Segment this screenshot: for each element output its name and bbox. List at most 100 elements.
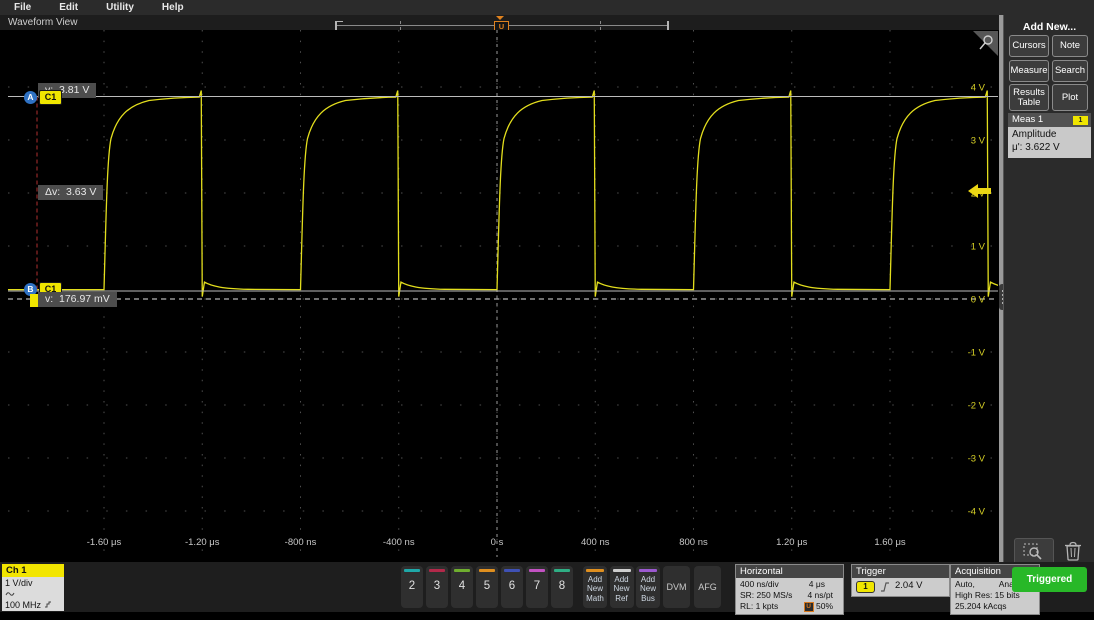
settings-bar: Ch 1 1 V/div 100 MHz 2345678 AddNewMathA… [0,562,1094,612]
measurement-badge[interactable]: Meas 1 1 Amplitude μ': 3.622 V [1008,113,1091,158]
y-axis-tick-label: 1 V [971,242,986,253]
channel1-bandwidth: 100 MHz [5,600,61,611]
add-new-bus-button[interactable]: AddNewBus [636,566,660,608]
dvm-button[interactable]: DVM [663,566,690,608]
channel-button-7[interactable]: 7 [526,566,548,608]
view-title: Waveform View [8,17,77,28]
measurement-value: μ': 3.622 V [1012,142,1087,155]
x-axis-tick-label: -1.20 μs [185,537,220,548]
channel-button-label: 2 [401,580,423,592]
measure-button[interactable]: Measure [1009,60,1049,82]
channel-button-3[interactable]: 3 [426,566,448,608]
x-axis-tick-label: 800 ns [679,537,708,548]
menu-utility[interactable]: Utility [92,2,148,13]
menu-help[interactable]: Help [148,2,198,13]
graticule [8,30,998,557]
hspan: 4 μs [809,579,825,590]
expansion-arrow-icon [496,16,504,20]
channel1-badge-title: Ch 1 [2,564,64,577]
results-bar: Add New... Cursors Note Measure Search R… [1003,15,1094,562]
trigger-status-button[interactable]: Triggered [1012,567,1087,592]
channel-color-stripe [504,569,520,572]
add-new-color-stripe [613,569,631,572]
add-new-ref-button[interactable]: AddNewRef [610,566,634,608]
bandwidth-icon [44,601,52,608]
horizontal-badge[interactable]: Horizontal 400 ns/div4 μs SR: 250 MS/s4 … [735,564,844,615]
trash-button[interactable] [1060,538,1086,564]
channel-color-stripe [479,569,495,572]
x-axis-tick-label: 400 ns [581,537,610,548]
coupling-icon [5,590,15,597]
channel1-badge[interactable]: Ch 1 1 V/div 100 MHz [2,564,64,611]
x-axis-labels: -1.60 μs-1.20 μs-800 ns-400 ns0 s400 ns8… [87,537,906,548]
measurement-source-tag: 1 [1073,116,1088,125]
acq-mode: Auto, [955,579,975,590]
channel-button-label: 3 [426,580,448,592]
channel-button-2[interactable]: 2 [401,566,423,608]
y-axis-tick-label: -4 V [968,507,986,518]
channel-button-label: 7 [526,580,548,592]
y-axis-tick-label: 0 V [971,295,986,306]
channel1-scale: 1 V/div [5,578,61,589]
measurement-type: Amplitude [1012,129,1087,142]
add-new-header: Add New... [1004,21,1094,33]
note-button[interactable]: Note [1052,35,1088,57]
cursor-b-readout: v: 176.97 mV [38,292,117,307]
trigger-badge[interactable]: Trigger 1 2.04 V [851,564,950,597]
add-new-color-stripe [639,569,657,572]
bracket-tick [400,21,401,30]
channel-button-label: 8 [551,580,573,592]
x-axis-tick-label: -800 ns [285,537,317,548]
channel-button-4[interactable]: 4 [451,566,473,608]
cursors-button[interactable]: Cursors [1009,35,1049,57]
channel-button-5[interactable]: 5 [476,566,498,608]
trigger-body: 1 2.04 V [852,578,949,596]
expansion-point-icon: U [804,602,814,612]
add-new-label: AddNewBus [636,575,660,603]
bracket-tick [600,21,601,30]
trigger-source-badge: 1 [856,581,875,593]
acq-count: 25.204 kAcqs [955,601,1035,612]
rising-edge-icon [880,582,890,592]
channel-color-stripe [454,569,470,572]
waveform-plot[interactable]: 4 V3 V2 V1 V0 V-1 V-2 V-3 V-4 V -1.60 μs… [8,30,998,557]
add-new-math-button[interactable]: AddNewMath [583,566,607,608]
plot-button[interactable]: Plot [1052,84,1088,111]
channel-button-8[interactable]: 8 [551,566,573,608]
x-axis-tick-label: 1.20 μs [776,537,808,548]
menu-edit[interactable]: Edit [45,2,92,13]
x-axis-tick-label: 1.60 μs [874,537,906,548]
menu-file[interactable]: File [0,2,45,13]
channel-color-stripe [429,569,445,572]
channel1-badge-body: 1 V/div 100 MHz [2,577,64,611]
horizontal-title: Horizontal [736,565,843,578]
channel-color-stripe [554,569,570,572]
channel-button-label: 4 [451,580,473,592]
y-axis-tick-label: 4 V [971,83,986,94]
trash-icon [1064,541,1082,561]
cursor-a-badge[interactable]: A [24,91,37,104]
results-table-button[interactable]: Results Table [1009,84,1049,111]
hscale: 400 ns/div [740,579,779,590]
cursor-delta-readout: Δv: 3.63 V [38,185,103,200]
trigger-title: Trigger [852,565,949,578]
channel-button-6[interactable]: 6 [501,566,523,608]
x-axis-tick-label: -400 ns [383,537,415,548]
oscilloscope-screen: File Edit Utility Help Waveform View U T… [0,0,1094,620]
measurement-badge-header: Meas 1 1 [1008,113,1091,127]
channel-button-label: 5 [476,580,498,592]
measurement-badge-body: Amplitude μ': 3.622 V [1008,127,1091,158]
search-button[interactable]: Search [1052,60,1088,82]
horizontal-position: 50% [816,601,833,611]
add-new-label: AddNewRef [610,575,634,603]
afg-button[interactable]: AFG [694,566,721,608]
x-axis-tick-label: 0 s [491,537,504,548]
sample-rate: SR: 250 MS/s [740,590,792,601]
y-axis-tick-label: -3 V [968,454,986,465]
menu-bar: File Edit Utility Help [0,0,1094,16]
record-length: RL: 1 kpts [740,601,778,612]
plot-canvas: 4 V3 V2 V1 V0 V-1 V-2 V-3 V-4 V -1.60 μs… [8,30,998,557]
channel-color-stripe [404,569,420,572]
cursor-a-source-badge[interactable]: C1 [39,90,62,105]
channel1-waveform [8,91,998,297]
